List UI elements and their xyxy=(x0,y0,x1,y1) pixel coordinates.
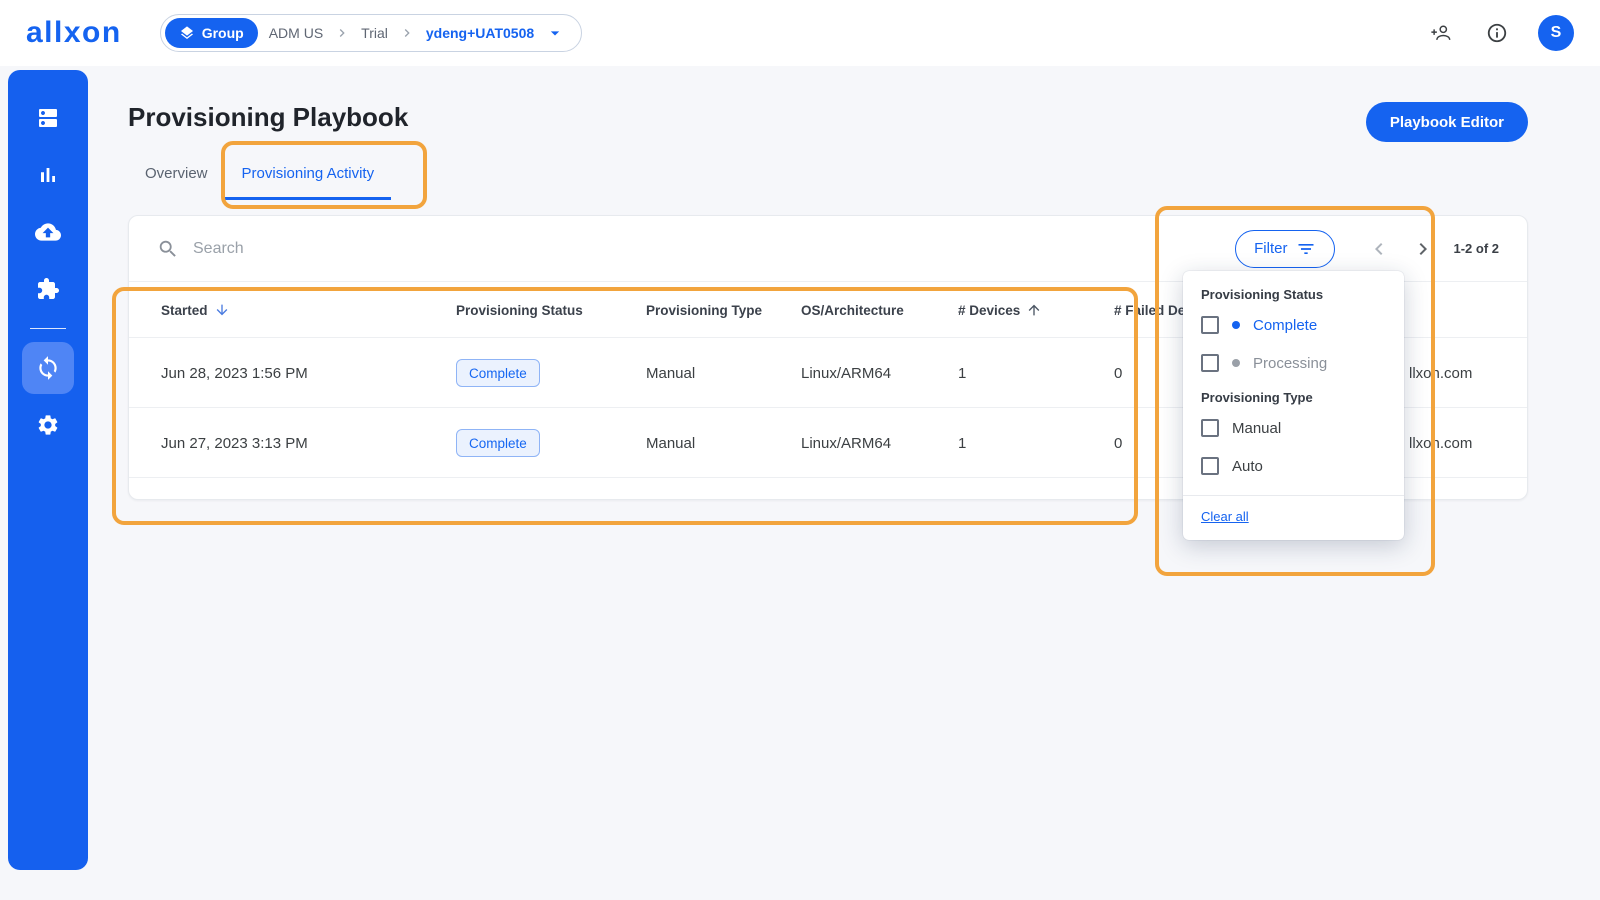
caret-down-icon[interactable] xyxy=(545,23,565,43)
search-icon xyxy=(157,238,179,260)
search-input[interactable] xyxy=(193,239,1216,258)
sidebar-item-analytics[interactable] xyxy=(24,151,72,199)
allxon-logo: allxon xyxy=(26,16,122,49)
info-icon xyxy=(1486,22,1508,44)
sidebar-divider xyxy=(30,328,66,329)
checkbox-auto[interactable] xyxy=(1201,457,1219,475)
checkbox-manual[interactable] xyxy=(1201,419,1219,437)
tab-provisioning-activity[interactable]: Provisioning Activity xyxy=(224,150,392,200)
status-dot-processing xyxy=(1232,359,1240,367)
filter-button-label: Filter xyxy=(1254,240,1288,257)
filter-option-auto[interactable]: Auto xyxy=(1183,447,1404,485)
column-header-os-architecture[interactable]: OS/Architecture xyxy=(801,282,904,338)
column-label: Provisioning Status xyxy=(456,302,583,318)
filter-option-manual[interactable]: Manual xyxy=(1183,409,1404,447)
sidebar-item-settings[interactable] xyxy=(24,401,72,449)
filter-footer: Clear all xyxy=(1183,495,1404,540)
topbar-actions: S xyxy=(1426,15,1574,51)
status-badge: Complete xyxy=(456,359,540,387)
tab-overview[interactable]: Overview xyxy=(128,150,225,200)
filter-option-processing[interactable]: Processing xyxy=(1183,344,1404,382)
chevron-right-icon xyxy=(399,25,415,41)
extensions-icon xyxy=(36,277,60,301)
devices-icon xyxy=(36,106,60,130)
pagination: 1-2 of 2 xyxy=(1365,235,1499,263)
status-dot-complete xyxy=(1232,321,1240,329)
next-page-button[interactable] xyxy=(1409,235,1437,263)
column-label: # Devices xyxy=(958,302,1021,318)
filter-option-label: Complete xyxy=(1253,316,1318,334)
row-started: Jun 28, 2023 1:56 PM xyxy=(161,364,308,382)
filter-section-type-title: Provisioning Type xyxy=(1201,390,1313,405)
column-label: Started xyxy=(161,302,208,318)
row-operator: llxon.com xyxy=(1409,364,1473,382)
chevron-left-icon xyxy=(1367,237,1391,261)
chevron-right-icon xyxy=(334,25,350,41)
row-type: Manual xyxy=(646,364,696,382)
sidebar-item-devices[interactable] xyxy=(24,94,72,142)
breadcrumb-org[interactable]: ADM US xyxy=(269,25,323,41)
sidebar-item-plugins[interactable] xyxy=(24,265,72,313)
column-header-devices[interactable]: # Devices xyxy=(958,282,1042,338)
info-button[interactable] xyxy=(1482,18,1512,48)
row-type: Manual xyxy=(646,434,696,452)
user-avatar[interactable]: S xyxy=(1538,15,1574,51)
filter-icon xyxy=(1296,239,1316,259)
row-started: Jun 27, 2023 3:13 PM xyxy=(161,434,308,452)
filter-button[interactable]: Filter xyxy=(1235,229,1336,268)
breadcrumb-project[interactable]: Trial xyxy=(361,25,388,41)
add-user-button[interactable] xyxy=(1426,18,1456,48)
sort-asc-icon xyxy=(1026,302,1042,318)
person-add-icon xyxy=(1430,22,1452,44)
layers-icon xyxy=(179,25,195,41)
checkbox-processing[interactable] xyxy=(1201,354,1219,372)
filter-option-label: Auto xyxy=(1232,457,1263,475)
topbar: allxon Group ADM US Trial ydeng+UAT0508 xyxy=(0,0,1600,66)
page-title: Provisioning Playbook xyxy=(128,102,409,132)
group-selector-label: Group xyxy=(201,25,244,41)
row-failed-devices: 0 xyxy=(1114,364,1123,382)
filter-panel: Provisioning Status Complete Processing … xyxy=(1183,271,1404,540)
status-badge: Complete xyxy=(456,429,540,457)
filter-section-status-title: Provisioning Status xyxy=(1201,287,1324,302)
row-operator: llxon.com xyxy=(1409,434,1473,452)
row-devices: 1 xyxy=(958,434,967,452)
chevron-right-icon xyxy=(1411,237,1435,261)
filter-option-label: Processing xyxy=(1253,354,1328,372)
row-os: Linux/ARM64 xyxy=(801,434,892,452)
app-root: allxon Group ADM US Trial ydeng+UAT0508 xyxy=(0,0,1600,900)
filter-option-label: Manual xyxy=(1232,419,1282,437)
provisioning-icon xyxy=(35,355,61,381)
column-label: Provisioning Type xyxy=(646,302,763,318)
checkbox-complete[interactable] xyxy=(1201,316,1219,334)
previous-page-button[interactable] xyxy=(1365,235,1393,263)
clear-all-link[interactable]: Clear all xyxy=(1201,509,1249,524)
filter-option-complete[interactable]: Complete xyxy=(1183,306,1404,344)
row-status: Complete xyxy=(456,408,540,478)
row-status: Complete xyxy=(456,338,540,408)
column-header-started[interactable]: Started xyxy=(161,282,230,338)
column-header-provisioning-status[interactable]: Provisioning Status xyxy=(456,282,583,338)
breadcrumb-current[interactable]: ydeng+UAT0508 xyxy=(426,25,534,41)
sort-desc-icon xyxy=(214,302,230,318)
sidebar-item-ota-deploy[interactable] xyxy=(24,208,72,256)
row-failed-devices: 0 xyxy=(1114,434,1123,452)
sidebar xyxy=(8,70,88,870)
row-os: Linux/ARM64 xyxy=(801,364,892,382)
tab-bar: Overview Provisioning Activity xyxy=(128,150,392,200)
row-devices: 1 xyxy=(958,364,967,382)
sidebar-item-provisioning[interactable] xyxy=(22,342,74,394)
settings-icon xyxy=(36,413,60,437)
pagination-range: 1-2 of 2 xyxy=(1453,241,1499,256)
breadcrumb: Group ADM US Trial ydeng+UAT0508 xyxy=(159,14,583,52)
playbook-editor-button[interactable]: Playbook Editor xyxy=(1365,102,1528,142)
analytics-icon xyxy=(36,163,60,187)
column-header-provisioning-type[interactable]: Provisioning Type xyxy=(646,282,762,338)
column-label: OS/Architecture xyxy=(801,302,904,318)
group-selector-button[interactable]: Group xyxy=(164,18,258,48)
cloud-upload-icon xyxy=(35,219,61,245)
